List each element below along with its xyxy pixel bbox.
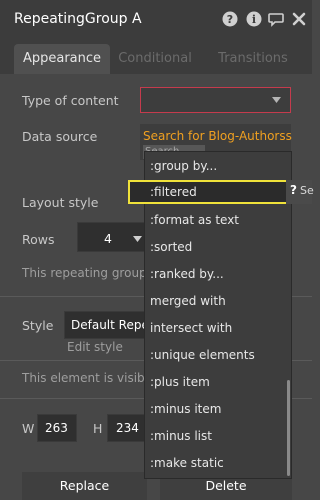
- layout-style-label: Layout style: [22, 195, 99, 210]
- menu-item-make-static[interactable]: :make static: [150, 456, 224, 470]
- menu-item-format-as-text[interactable]: :format as text: [150, 213, 239, 227]
- svg-text:?: ?: [227, 13, 233, 26]
- menu-item-plus-item[interactable]: :plus item: [150, 375, 210, 389]
- menu-item-sorted[interactable]: :sorted: [150, 240, 192, 254]
- type-of-content-label: Type of content: [22, 93, 119, 108]
- rows-value: 4: [104, 231, 112, 246]
- dropdown-scrollbar[interactable]: [287, 380, 290, 476]
- data-source-expression[interactable]: Search for Blog-Authorss: [143, 129, 292, 143]
- panel-title: RepeatingGroup A: [14, 11, 142, 27]
- comment-icon[interactable]: [268, 11, 284, 27]
- menu-item-intersect-with[interactable]: intersect with: [150, 321, 232, 335]
- style-value: Default Repeat: [71, 318, 145, 332]
- edit-style-link[interactable]: Edit style: [67, 340, 123, 354]
- height-label: H: [93, 421, 103, 436]
- width-label: W: [22, 421, 35, 436]
- style-label: Style: [22, 318, 54, 333]
- menu-item-ranked-by[interactable]: :ranked by...: [150, 267, 224, 281]
- menu-item-unique-elements[interactable]: :unique elements: [150, 348, 255, 362]
- menu-item-merged-with[interactable]: merged with: [150, 294, 226, 308]
- close-icon[interactable]: [291, 11, 307, 27]
- tab-conditional[interactable]: Conditional: [114, 44, 196, 74]
- menu-item-filtered[interactable]: :filtered: [150, 185, 197, 199]
- menu-item-minus-item[interactable]: :minus item: [150, 402, 221, 416]
- rows-label: Rows: [22, 232, 55, 247]
- type-of-content-select[interactable]: [140, 87, 291, 113]
- menu-item-minus-list[interactable]: :minus list: [150, 429, 212, 443]
- width-value: 263: [45, 421, 68, 435]
- tab-appearance[interactable]: Appearance: [14, 44, 110, 74]
- svg-text:i: i: [252, 13, 256, 26]
- hint-question-icon[interactable]: ?: [290, 183, 297, 197]
- data-source-label: Data source: [22, 129, 98, 144]
- info-icon[interactable]: i: [246, 11, 262, 27]
- hint-text: Se: [300, 184, 314, 197]
- menu-item-group-by[interactable]: :group by...: [150, 159, 217, 173]
- help-icon[interactable]: ?: [222, 11, 238, 27]
- replace-button[interactable]: Replace: [22, 472, 147, 500]
- height-value: 234: [116, 421, 139, 435]
- chevron-down-icon: [272, 97, 281, 103]
- tab-transitions[interactable]: Transitions: [206, 44, 300, 74]
- rows-dropdown-icon[interactable]: [133, 236, 142, 242]
